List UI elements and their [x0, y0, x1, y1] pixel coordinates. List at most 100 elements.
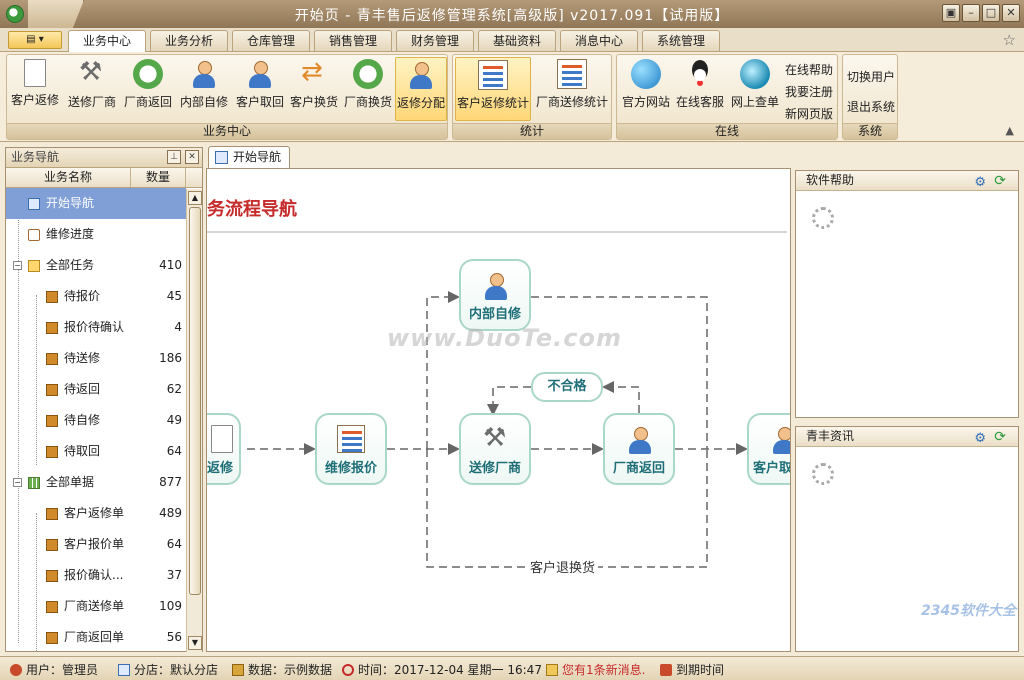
nav-item[interactable]: 待取回 64	[6, 436, 186, 467]
tab-messages[interactable]: 消息中心	[560, 30, 638, 51]
collapse-ribbon-icon[interactable]: ▲	[1006, 124, 1014, 137]
qq-penguin-icon	[685, 59, 715, 89]
nav-item[interactable]: 客户返修单 489	[6, 498, 186, 529]
nav-item[interactable]: − 全部任务 410	[6, 250, 186, 281]
nav-item[interactable]: 待返回 62	[6, 374, 186, 405]
scroll-thumb[interactable]	[189, 207, 201, 595]
business-nav-panel: 业务导航 ⊥ ✕ 业务名称 数量 开始导航 维修进度 − 全部任务 410 待报价 45 报价…	[5, 147, 203, 652]
online-query-button[interactable]: 网上查单	[727, 57, 783, 121]
pin-icon[interactable]: ⊥	[167, 150, 181, 164]
customer-pickup-button[interactable]: 客户取回	[233, 57, 287, 121]
gear-icon[interactable]: ⚙	[974, 429, 986, 448]
nav-item-count: 4	[174, 320, 182, 334]
tab-business-center[interactable]: 业务中心	[68, 30, 146, 52]
customer-exchange-button[interactable]: 客户换货	[287, 57, 341, 121]
nav-item[interactable]: 厂商送修单 109	[6, 591, 186, 622]
node-unqualified[interactable]: 不合格	[531, 372, 603, 402]
favorite-star-icon[interactable]: ☆	[1003, 31, 1016, 49]
switch-user-link[interactable]: 切换用户	[847, 68, 895, 85]
nav-item-label: 开始导航	[46, 196, 95, 210]
task-folder-icon	[28, 260, 40, 272]
tab-sales[interactable]: 销售管理	[314, 30, 392, 51]
nav-item-label: 待报价	[64, 289, 101, 303]
database-icon	[232, 664, 244, 676]
group-business-center: 客户返修 送修厂商 厂商返回 内部自修 客户取回 客户换货 厂商换货 返修分配	[6, 54, 448, 140]
new-web-version-link[interactable]: 新网页版	[785, 105, 833, 122]
status-message[interactable]: 您有1条新消息.	[546, 661, 645, 678]
refresh-icon[interactable]: ⟳	[994, 428, 1006, 447]
status-data: 数据：示例数据	[232, 661, 332, 678]
customer-repair-stats-button[interactable]: 客户返修统计	[455, 57, 531, 121]
nav-item[interactable]: 维修进度	[6, 219, 186, 250]
node-customer-repair[interactable]: 返修	[207, 413, 241, 485]
nav-item-count: 49	[166, 413, 182, 427]
customer-repair-button[interactable]: 客户返修	[9, 57, 61, 121]
vendor-send-stats-button[interactable]: 厂商送修统计	[533, 57, 611, 121]
online-help-link[interactable]: 在线帮助	[785, 61, 833, 78]
tab-warehouse[interactable]: 仓库管理	[232, 30, 310, 51]
nav-scrollbar[interactable]: ▲ ▼	[186, 189, 202, 652]
nav-item[interactable]: 开始导航	[6, 188, 186, 219]
nav-item[interactable]: 报价待确认 4	[6, 312, 186, 343]
flow-connectors	[247, 291, 748, 568]
send-vendor-button[interactable]: 送修厂商	[65, 57, 119, 121]
nav-item-count: 56	[166, 630, 182, 644]
app-menu-dropdown[interactable]: ▤ ▾	[8, 31, 62, 49]
repair-assign-button[interactable]: 返修分配	[395, 57, 447, 121]
column-count-header[interactable]: 数量	[131, 168, 186, 187]
scroll-up-icon[interactable]: ▲	[188, 191, 202, 205]
node-internal-repair[interactable]: 内部自修	[459, 259, 531, 331]
refresh-icon[interactable]: ⟳	[994, 172, 1006, 191]
tab-business-analysis[interactable]: 业务分析	[150, 30, 228, 51]
online-service-button[interactable]: 在线客服	[673, 57, 727, 121]
node-vendor-return[interactable]: 厂商返回	[603, 413, 675, 485]
close-button[interactable]: ✕	[1002, 4, 1020, 22]
vendor-exchange-button[interactable]: 厂商换货	[341, 57, 395, 121]
collapse-toggle-icon[interactable]: −	[13, 261, 22, 270]
minimize-button[interactable]: –	[962, 4, 980, 22]
nav-item[interactable]: 报价确认... 37	[6, 560, 186, 591]
clock-icon	[342, 664, 354, 676]
tab-start-nav[interactable]: 开始导航	[208, 146, 290, 168]
document-icon	[24, 59, 46, 87]
collapse-toggle-icon[interactable]: −	[13, 478, 22, 487]
nav-item-label: 客户报价单	[64, 537, 125, 551]
nav-item[interactable]: 客户报价单 64	[6, 529, 186, 560]
nav-item-label: 报价待确认	[64, 320, 125, 334]
node-repair-quote[interactable]: 维修报价	[315, 413, 387, 485]
nav-item[interactable]: 待自修 49	[6, 405, 186, 436]
tab-system-admin[interactable]: 系统管理	[642, 30, 720, 51]
item-box-icon	[46, 353, 58, 365]
register-link[interactable]: 我要注册	[785, 83, 833, 100]
nav-item[interactable]: 待报价 45	[6, 281, 186, 312]
user-icon	[10, 664, 22, 676]
mail-icon	[546, 664, 558, 676]
official-site-button[interactable]: 官方网站	[619, 57, 673, 121]
duote-watermark: www.DuoTe.com	[387, 324, 622, 352]
person-pickup-icon	[245, 59, 275, 89]
node-send-vendor[interactable]: 送修厂商	[459, 413, 531, 485]
node-customer-pickup[interactable]: 客户取	[747, 413, 790, 485]
internal-repair-button[interactable]: 内部自修	[177, 57, 231, 121]
software-help-panel: 软件帮助 ⚙ ⟳	[795, 170, 1019, 418]
maximize-button[interactable]: □	[982, 4, 1000, 22]
item-box-icon	[46, 632, 58, 644]
status-bar: 用户：管理员 分店：默认分店 数据：示例数据 时间：2017-12-04 星期一…	[0, 656, 1024, 680]
restore-small-icon[interactable]: ▣	[942, 4, 960, 22]
gear-icon[interactable]: ⚙	[974, 173, 986, 192]
nav-item[interactable]: 厂商返回单 56	[6, 622, 186, 651]
person-return-icon	[625, 425, 653, 454]
tab-basic-data[interactable]: 基础资料	[478, 30, 556, 51]
nav-item[interactable]: 待送修 186	[6, 343, 186, 374]
column-name-header[interactable]: 业务名称	[6, 168, 131, 187]
vendor-return-button[interactable]: 厂商返回	[121, 57, 175, 121]
return-exchange-label: 客户退换货	[527, 557, 599, 576]
news-panel-header: 青丰资讯 ⚙ ⟳	[796, 427, 1018, 447]
close-panel-icon[interactable]: ✕	[185, 150, 199, 164]
tab-finance[interactable]: 财务管理	[396, 30, 474, 51]
loading-spinner-icon	[812, 463, 834, 485]
exit-system-link[interactable]: 退出系统	[847, 98, 895, 115]
nav-item[interactable]: − 全部单据 877	[6, 467, 186, 498]
status-expire[interactable]: 到期时间	[660, 661, 724, 678]
scroll-down-icon[interactable]: ▼	[188, 636, 202, 650]
